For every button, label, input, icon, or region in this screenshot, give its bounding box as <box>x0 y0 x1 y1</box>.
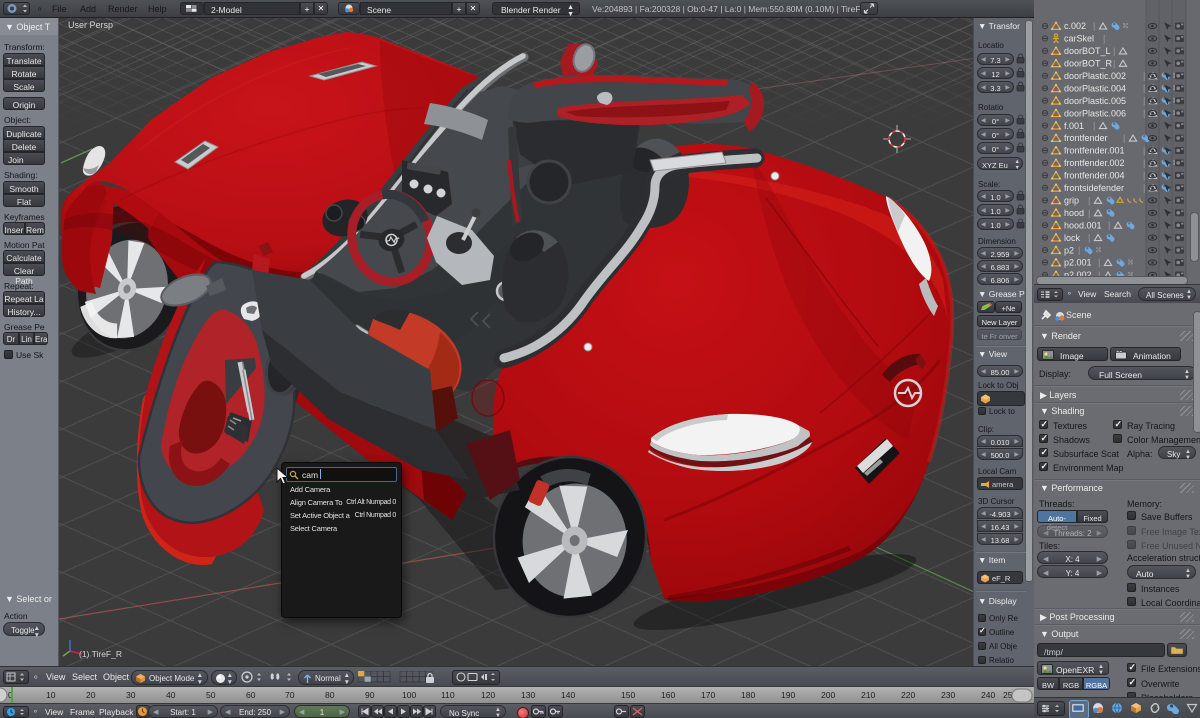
svg-text:hood.001: hood.001 <box>1064 220 1102 230</box>
svg-text:210: 210 <box>861 690 875 700</box>
svg-text:230: 230 <box>941 690 955 700</box>
svg-text:doorPlastic.005: doorPlastic.005 <box>1064 96 1126 106</box>
svg-text:140: 140 <box>561 690 575 700</box>
svg-text:|: | <box>1103 34 1105 44</box>
svg-text:doorPlastic.006: doorPlastic.006 <box>1064 108 1126 118</box>
svg-text:doorBOT_L: doorBOT_L <box>1064 46 1111 56</box>
svg-text:f.001: f.001 <box>1064 121 1084 131</box>
svg-text:|: | <box>1088 233 1090 243</box>
svg-text:frontsidefender: frontsidefender <box>1064 183 1124 193</box>
svg-text:lock: lock <box>1064 233 1081 243</box>
svg-text:|: | <box>1143 146 1145 156</box>
svg-text:|: | <box>1078 245 1080 255</box>
svg-text:p2.001: p2.001 <box>1064 258 1092 268</box>
svg-text:|: | <box>1143 183 1145 193</box>
svg-text:70: 70 <box>285 690 295 700</box>
svg-text:|: | <box>1093 21 1095 31</box>
svg-text:100: 100 <box>402 690 416 700</box>
svg-text:80: 80 <box>325 690 335 700</box>
svg-text:190: 190 <box>781 690 795 700</box>
svg-text:|: | <box>1123 133 1125 143</box>
svg-text:hood: hood <box>1064 208 1084 218</box>
svg-text:200: 200 <box>821 690 835 700</box>
svg-text:|: | <box>1088 195 1090 205</box>
svg-text:20: 20 <box>86 690 96 700</box>
svg-text:grip: grip <box>1064 196 1079 206</box>
svg-text:doorBOT_R: doorBOT_R <box>1064 59 1113 69</box>
svg-text:|: | <box>1143 71 1145 81</box>
svg-text:doorPlastic.004: doorPlastic.004 <box>1064 84 1126 94</box>
svg-text:|: | <box>1108 220 1110 230</box>
svg-text:p2: p2 <box>1064 245 1074 255</box>
svg-text:120: 120 <box>481 690 495 700</box>
svg-text:130: 130 <box>521 690 535 700</box>
svg-text:|: | <box>1093 121 1095 131</box>
svg-text:170: 170 <box>701 690 715 700</box>
svg-text:90: 90 <box>365 690 375 700</box>
svg-text:110: 110 <box>441 690 455 700</box>
svg-text:|: | <box>1098 258 1100 268</box>
svg-text:frontfender.004: frontfender.004 <box>1064 171 1125 181</box>
svg-text:|: | <box>1143 170 1145 180</box>
svg-text:|: | <box>1143 158 1145 168</box>
svg-text:c.002: c.002 <box>1064 21 1086 31</box>
svg-text:carSkel: carSkel <box>1064 34 1094 44</box>
svg-text:frontfender.002: frontfender.002 <box>1064 158 1125 168</box>
svg-text:40: 40 <box>166 690 176 700</box>
svg-text:|: | <box>1143 96 1145 106</box>
svg-text:frontfender: frontfender <box>1064 133 1108 143</box>
svg-text:30: 30 <box>126 690 136 700</box>
svg-text:50: 50 <box>206 690 216 700</box>
svg-text:|: | <box>1143 83 1145 93</box>
svg-text:|: | <box>1143 108 1145 118</box>
svg-text:|: | <box>1088 208 1090 218</box>
svg-text:frontfender.001: frontfender.001 <box>1064 146 1125 156</box>
svg-text:160: 160 <box>661 690 675 700</box>
svg-text:60: 60 <box>246 690 256 700</box>
svg-text:10: 10 <box>46 690 56 700</box>
svg-text:doorPlastic.002: doorPlastic.002 <box>1064 71 1126 81</box>
svg-text:180: 180 <box>741 690 755 700</box>
svg-text:220: 220 <box>901 690 915 700</box>
svg-text:240: 240 <box>981 690 995 700</box>
svg-text:|: | <box>1113 58 1115 68</box>
svg-text:|: | <box>1113 46 1115 56</box>
svg-text:150: 150 <box>621 690 635 700</box>
